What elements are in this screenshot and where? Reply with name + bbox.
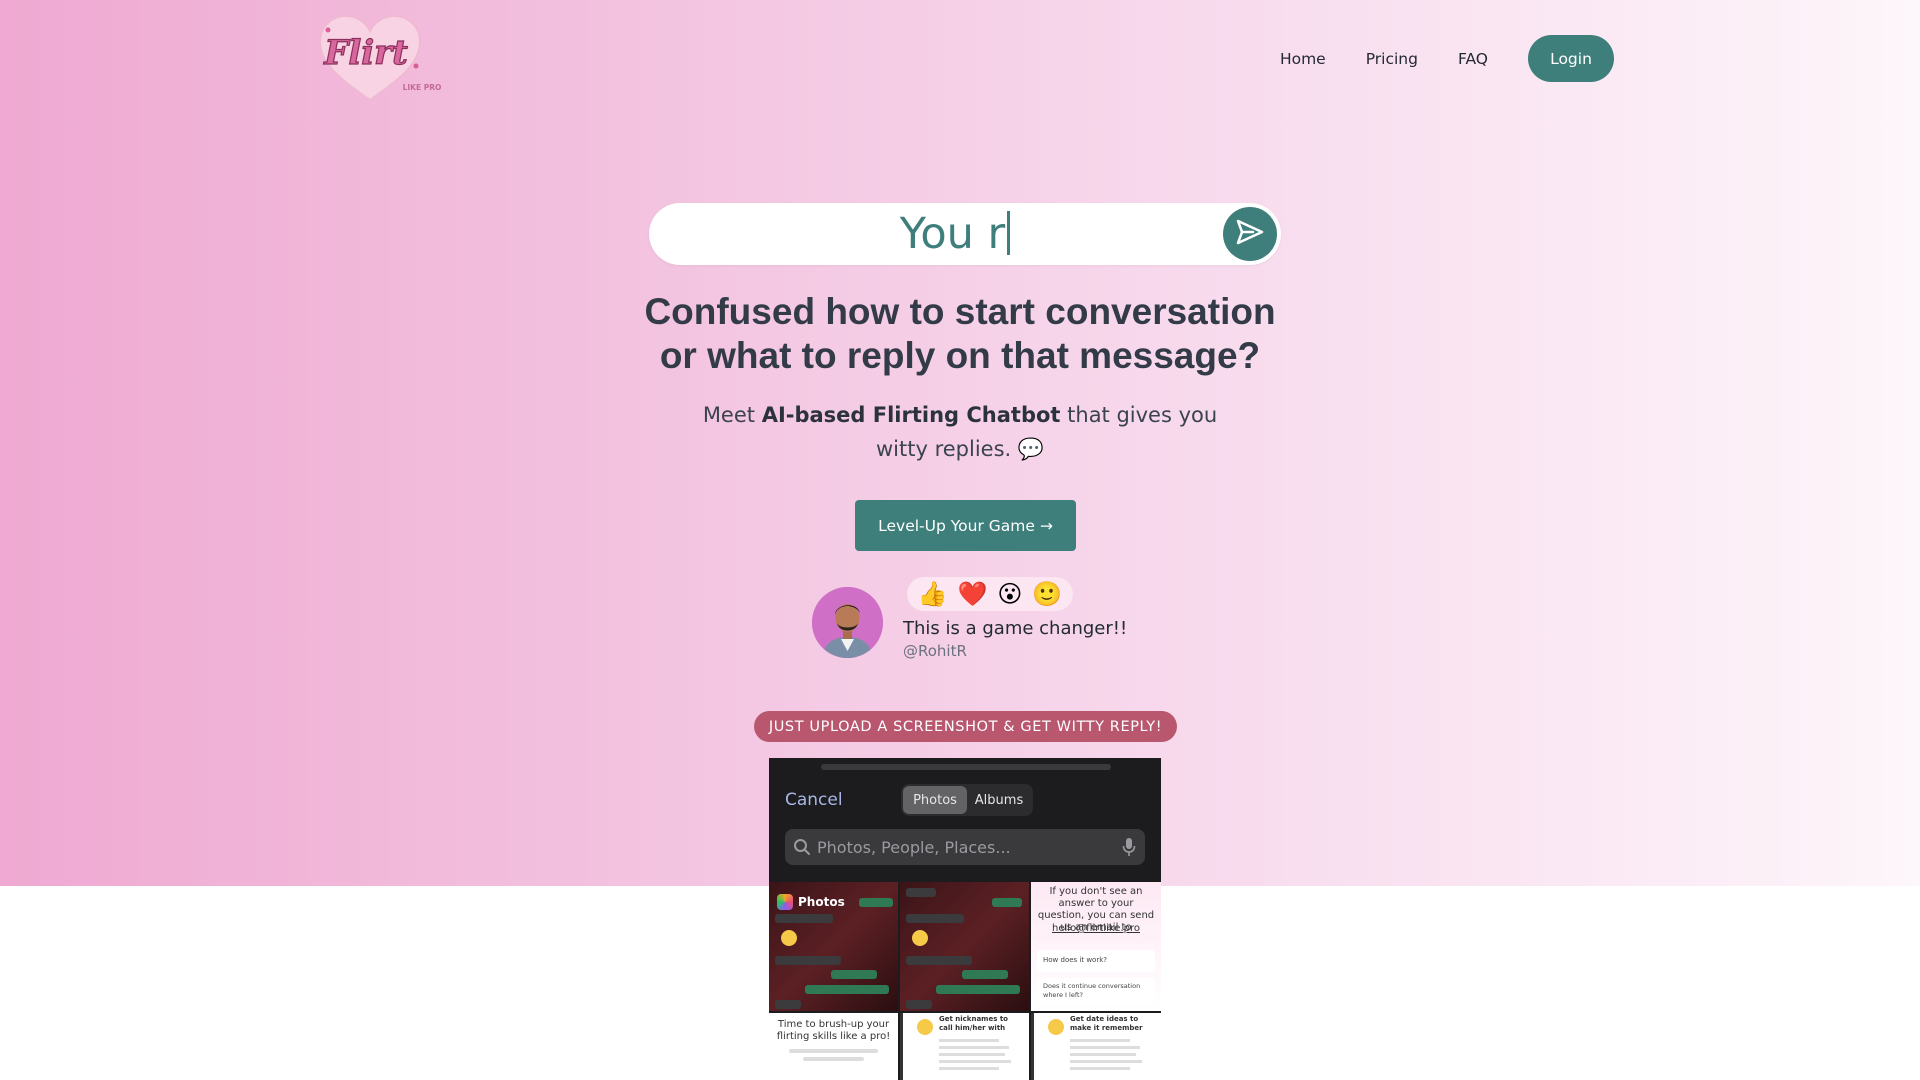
faq-item-1: How does it work? — [1037, 950, 1155, 972]
nav-home[interactable]: Home — [1280, 50, 1326, 68]
segment-albums[interactable]: Albums — [967, 786, 1031, 814]
send-button[interactable] — [1223, 207, 1277, 261]
photos-albums-segmented-control: Photos Albums — [901, 784, 1033, 816]
typing-demo-box[interactable]: You r — [649, 203, 1281, 265]
tile-nick-title: Get nicknames to call him/her with — [939, 1015, 1008, 1032]
segment-photos[interactable]: Photos — [903, 786, 967, 814]
faq-item-1-text: How does it work? — [1043, 956, 1107, 964]
headline-line-1: Confused how to start conversation — [644, 291, 1276, 332]
typing-demo-text: You r — [649, 203, 1281, 265]
thinking-face-icon — [912, 930, 928, 946]
photo-thumbnail-date-ideas[interactable]: Get date ideas to make it remember — [1031, 1013, 1161, 1080]
text-caret — [1007, 211, 1011, 255]
photos-app-label-text: Photos — [798, 895, 845, 909]
phone-mockup: Cancel Photos Albums Photos, People, Pla… — [769, 758, 1161, 1080]
svg-text:LIKE PRO: LIKE PRO — [403, 83, 442, 92]
testimonial-quote: This is a game changer!! — [903, 618, 1128, 639]
hero-headline: Confused how to start conversation or wh… — [560, 290, 1360, 378]
brand-logo[interactable]: Flirt LIKE PRO — [318, 12, 450, 104]
level-up-button[interactable]: Level-Up Your Game → — [855, 500, 1076, 551]
testimonial-handle: @RohitR — [903, 642, 967, 660]
photo-thumbnail-chat-1[interactable]: Photos — [769, 882, 898, 1011]
photo-thumbnail-chat-2[interactable] — [900, 882, 1029, 1011]
heart-icon: ❤️ — [957, 580, 988, 608]
reaction-bar: 👍 ❤️ 😮 🙂 — [907, 577, 1073, 611]
surprised-face-icon: 😮 — [997, 580, 1023, 608]
phone-search-placeholder: Photos, People, Places... — [817, 838, 1011, 857]
hero-subheadline: Meet AI-based Flirting Chatbot that give… — [680, 398, 1240, 466]
svg-text:Flirt: Flirt — [323, 33, 408, 73]
tile-brush-title: Time to brush-up your flirting skills li… — [776, 1019, 891, 1042]
phone-cancel-button[interactable]: Cancel — [785, 790, 843, 810]
smile-face-icon: 🙂 — [1032, 580, 1063, 608]
photos-app-icon — [777, 894, 793, 910]
send-icon — [1235, 217, 1265, 252]
subline-bold: AI-based Flirting Chatbot — [761, 403, 1061, 427]
phone-search-field[interactable]: Photos, People, Places... — [785, 829, 1145, 865]
sheet-grabber — [821, 764, 1111, 770]
upload-screenshot-badge: JUST UPLOAD A SCREENSHOT & GET WITTY REP… — [754, 711, 1177, 742]
faq-item-2-text: Does it continue conversation where I le… — [1043, 982, 1141, 999]
heart-eyes-icon — [1048, 1019, 1064, 1035]
thumbs-up-icon: 👍 — [917, 580, 948, 608]
photo-thumbnail-nicknames[interactable]: Get nicknames to call him/her with — [900, 1013, 1029, 1080]
nav-pricing[interactable]: Pricing — [1366, 50, 1418, 68]
photo-thumbnail-faq[interactable]: If you don't see an answer to your quest… — [1031, 882, 1161, 1011]
photo-thumbnail-brush-up[interactable]: Time to brush-up your flirting skills li… — [769, 1013, 898, 1080]
avatar — [812, 587, 883, 658]
typed-text-value: You r — [899, 209, 1006, 259]
emoji-face-icon — [917, 1019, 933, 1035]
photos-app-label: Photos — [777, 894, 845, 910]
tile-date-title: Get date ideas to make it remember — [1070, 1015, 1143, 1032]
faq-tile-email: hello@flirtlike.pro — [1052, 923, 1140, 934]
headline-line-2: or what to reply on that message? — [659, 335, 1261, 376]
microphone-icon — [1122, 837, 1136, 862]
login-button[interactable]: Login — [1528, 35, 1614, 82]
thinking-face-icon — [781, 930, 797, 946]
subline-prefix: Meet — [702, 403, 762, 427]
top-nav: Home Pricing FAQ Login — [1280, 35, 1614, 82]
faq-item-2: Does it continue conversation where I le… — [1037, 978, 1155, 1004]
nav-faq[interactable]: FAQ — [1458, 50, 1488, 68]
search-icon — [793, 838, 811, 861]
